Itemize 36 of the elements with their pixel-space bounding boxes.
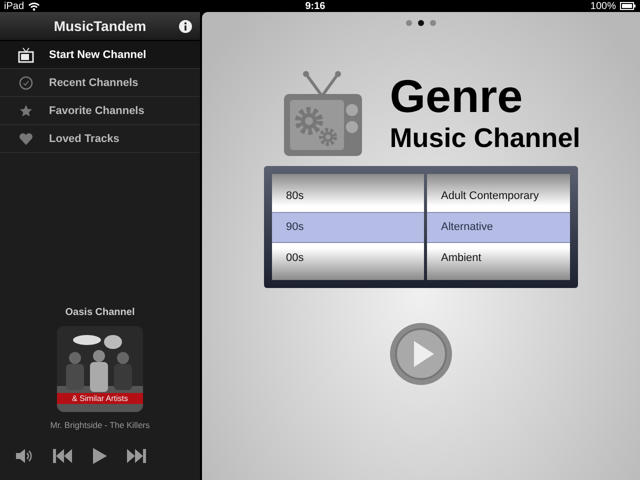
track-title: Mr. Brightside - The Killers [50, 420, 150, 430]
menu-item[interactable]: Start New Channel [0, 41, 200, 69]
picker-option[interactable]: 00s [272, 242, 424, 274]
channel-name: Oasis Channel [65, 307, 135, 318]
tv-gears-icon [282, 70, 364, 156]
info-icon[interactable] [179, 20, 192, 33]
page-title: Genre [390, 72, 524, 118]
page-subtitle: Music Channel [390, 122, 580, 154]
page-dot[interactable] [430, 20, 436, 26]
play-button[interactable] [389, 322, 453, 386]
genre-picker[interactable]: 80s 90s 00s Adult Contemporary Alternative Ambient [264, 166, 578, 288]
device-name: iPad [4, 0, 24, 12]
picker-option[interactable]: 90s [272, 212, 424, 242]
next-track-icon[interactable] [126, 449, 146, 463]
previous-track-icon[interactable] [53, 449, 74, 463]
volume-icon[interactable] [16, 449, 34, 463]
wifi-icon [28, 2, 40, 10]
heart-icon [18, 132, 34, 144]
page-dot[interactable] [418, 20, 424, 26]
clock-time: 9:16 [304, 0, 326, 12]
star-icon [18, 104, 34, 116]
artwork-banner: & Similar Artists [57, 393, 143, 404]
play-icon[interactable] [92, 448, 107, 464]
tv-icon [18, 46, 34, 62]
menu-item[interactable]: Favorite Channels [0, 97, 200, 125]
menu-item[interactable]: Loved Tracks [0, 125, 200, 153]
battery-icon [620, 2, 636, 10]
page-dot[interactable] [406, 20, 412, 26]
menu-item[interactable]: Recent Channels [0, 69, 200, 97]
checkmark-circle-icon [18, 76, 34, 90]
battery-percent: 100% [590, 0, 616, 12]
app-title: MusicTandem [54, 18, 146, 34]
picker-option[interactable]: Ambient [427, 242, 570, 274]
picker-option[interactable]: Adult Contemporary [427, 180, 570, 212]
picker-option[interactable]: 80s [272, 180, 424, 212]
picker-option[interactable]: Alternative [427, 212, 570, 242]
